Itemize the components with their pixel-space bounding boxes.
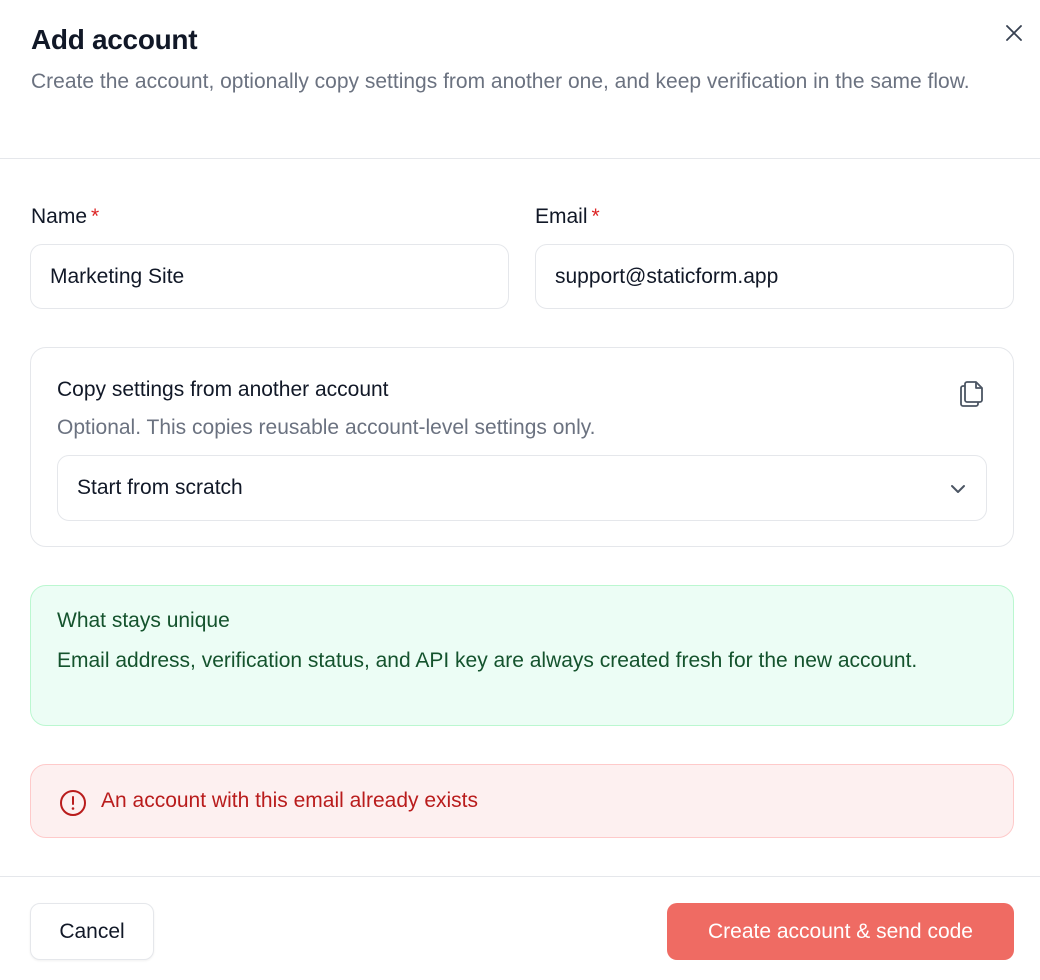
dialog-footer: Cancel Create account & send code [0, 876, 1040, 980]
name-input[interactable]: Marketing Site [30, 244, 509, 309]
dialog-title: Add account [31, 24, 198, 55]
required-mark: * [591, 205, 600, 228]
copy-icon [960, 381, 983, 407]
name-input-value: Marketing Site [50, 264, 185, 288]
info-text: Email address, verification status, and … [57, 649, 918, 672]
email-input[interactable]: support@staticform.app [535, 244, 1014, 309]
dialog-header: Add account Create the account, optional… [0, 0, 1040, 159]
email-label: Email * [535, 205, 600, 229]
required-mark: * [91, 205, 100, 228]
info-title: What stays unique [57, 609, 230, 632]
create-account-button[interactable]: Create account & send code [667, 903, 1014, 960]
cancel-button[interactable]: Cancel [30, 903, 154, 960]
email-label-text: Email [535, 205, 588, 228]
name-label: Name * [31, 205, 99, 229]
unique-info-box: What stays unique Email address, verific… [30, 585, 1014, 726]
error-alert: An account with this email already exist… [30, 764, 1014, 838]
dialog-subtitle: Create the account, optionally copy sett… [31, 70, 970, 93]
chevron-down-icon [951, 485, 965, 493]
add-account-dialog: Add account Create the account, optional… [0, 0, 1040, 980]
copy-settings-description: Optional. This copies reusable account-l… [57, 416, 596, 439]
copy-settings-title: Copy settings from another account [57, 378, 389, 401]
copy-settings-select[interactable]: Start from scratch [57, 455, 987, 521]
close-icon [1006, 25, 1022, 41]
copy-settings-select-value: Start from scratch [77, 476, 243, 499]
copy-settings-card: Copy settings from another account Optio… [30, 347, 1014, 547]
name-label-text: Name [31, 205, 88, 228]
error-message: An account with this email already exist… [101, 789, 479, 812]
close-button[interactable] [998, 17, 1030, 49]
email-input-value: support@staticform.app [555, 264, 779, 288]
alert-circle-icon [60, 790, 86, 816]
